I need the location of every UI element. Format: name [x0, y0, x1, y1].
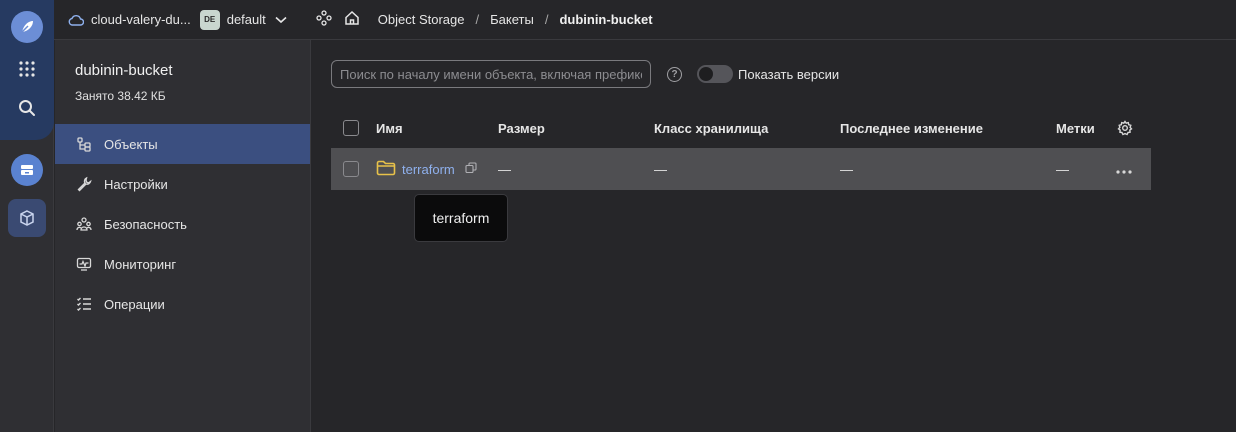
row-storage-class-cell: — — [654, 161, 667, 177]
toggle-knob — [699, 67, 713, 81]
row-name-cell: terraform — [376, 160, 477, 179]
sidebar-item-label: Безопасность — [104, 216, 187, 232]
table-header: Имя Размер Класс хранилища Последнее изм… — [331, 108, 1151, 148]
object-search-input[interactable] — [331, 60, 651, 88]
breadcrumb-separator: / — [475, 12, 480, 27]
chevron-down-icon[interactable] — [275, 16, 287, 24]
sidebar-item-label: Мониторинг — [104, 256, 177, 272]
app-root: cloud-valery-du... DE default Object Sto… — [0, 0, 1236, 432]
breadcrumb-buckets[interactable]: Бакеты — [490, 12, 534, 27]
monitor-icon — [75, 255, 93, 273]
users-icon — [75, 215, 93, 233]
table-settings-gear-icon[interactable] — [1117, 120, 1133, 139]
name-tooltip: terraform — [414, 194, 508, 242]
column-header-tags: Метки — [1056, 120, 1095, 136]
folder-link[interactable]: terraform — [402, 162, 455, 177]
top-bar: cloud-valery-du... DE default Object Sto… — [54, 0, 1236, 40]
row-tags-cell: — — [1056, 161, 1069, 177]
row-modified-cell: — — [840, 161, 853, 177]
table-row[interactable]: terraform — — — — — [331, 148, 1151, 190]
cloud-icon — [68, 14, 84, 26]
folder-name: default — [226, 12, 266, 27]
breadcrumb-separator: / — [544, 12, 549, 27]
show-versions-toggle[interactable] — [697, 65, 733, 83]
search-icon[interactable] — [16, 97, 38, 119]
folder-badge: DE — [199, 9, 220, 30]
objects-table: Имя Размер Класс хранилища Последнее изм… — [331, 108, 1151, 190]
copy-icon[interactable] — [465, 161, 477, 177]
sidebar-item-objects[interactable]: Объекты — [55, 124, 310, 164]
breadcrumb-current-bucket: dubinin-bucket — [559, 12, 653, 27]
bucket-sidebar: dubinin-bucket Занято 38.42 КБ Объекты Н… — [55, 40, 311, 432]
operations-icon — [75, 295, 93, 313]
cloud-name: cloud-valery-du... — [91, 12, 191, 27]
folder-icon — [376, 160, 396, 179]
bucket-usage: Занято 38.42 КБ — [75, 89, 166, 103]
objects-icon — [75, 135, 93, 153]
row-more-actions-icon[interactable] — [1116, 162, 1132, 177]
sidebar-item-settings[interactable]: Настройки — [55, 164, 310, 204]
row-checkbox[interactable] — [343, 161, 359, 177]
help-icon[interactable]: ? — [667, 67, 682, 82]
column-header-name[interactable]: Имя — [376, 121, 403, 136]
sidebar-item-monitoring[interactable]: Мониторинг — [55, 244, 310, 284]
cloud-selector[interactable]: cloud-valery-du... — [68, 12, 191, 27]
column-header-storage-class[interactable]: Класс хранилища — [654, 121, 768, 136]
breadcrumb-object-storage[interactable]: Object Storage — [378, 12, 465, 27]
object-storage-service-icon[interactable] — [11, 154, 43, 186]
sidebar-item-label: Настройки — [104, 176, 168, 192]
show-versions-label: Показать версии — [738, 67, 840, 82]
left-rail — [0, 0, 54, 432]
bucket-title: dubinin-bucket — [75, 62, 173, 79]
home-icon[interactable] — [344, 10, 360, 29]
wrench-icon — [75, 175, 93, 193]
sidebar-item-label: Объекты — [104, 136, 158, 152]
row-size-cell: — — [498, 161, 511, 177]
sidebar-item-operations[interactable]: Операции — [55, 284, 310, 324]
column-header-size[interactable]: Размер — [498, 121, 545, 136]
sidebar-item-label: Операции — [104, 296, 165, 312]
buckets-box-icon[interactable] — [8, 199, 46, 237]
sidebar-nav: Объекты Настройки Безопасность Мониторин… — [55, 124, 310, 324]
home-logo-icon[interactable] — [11, 11, 43, 43]
apps-grid-icon[interactable] — [16, 59, 38, 79]
breadcrumb: Object Storage / Бакеты / dubinin-bucket — [378, 12, 653, 27]
select-all-checkbox[interactable] — [343, 120, 359, 136]
folder-selector[interactable]: DE default — [199, 9, 266, 30]
services-graph-icon[interactable] — [316, 10, 332, 29]
column-header-modified[interactable]: Последнее изменение — [840, 121, 983, 136]
sidebar-item-security[interactable]: Безопасность — [55, 204, 310, 244]
